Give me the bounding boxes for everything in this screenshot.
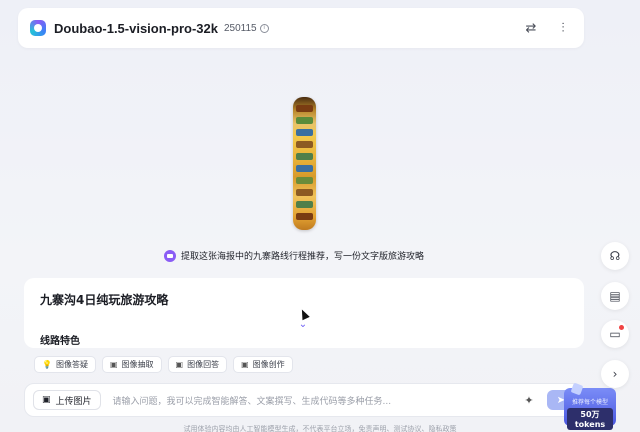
swap-icon[interactable]: ⇄ [522,19,540,37]
book-icon[interactable]: ▤ [601,282,629,310]
image-upload-icon: ▣ [42,395,51,405]
answer-section-heading: 线路特色 [40,336,80,347]
user-message-text: 提取这张海报中的九寨路线行程推荐，写一份文字版旅游攻略 [181,252,425,262]
model-version: 250115 [223,22,257,34]
chevron-right-icon[interactable]: › [601,360,629,388]
promo-line1: 推荐每个模型 [571,399,608,406]
magic-wand-icon[interactable]: ✦ [521,392,537,408]
model-name[interactable]: Doubao-1.5-vision-pro-32k [54,21,218,36]
chip-image-answer[interactable]: ▣ 图像回答 [167,356,228,373]
model-header: Doubao-1.5-vision-pro-32k 250115 i ⇄ ⫶ [18,8,584,48]
create-icon: ▣ [241,360,249,369]
doubao-logo [30,20,46,36]
chip-image-create[interactable]: ▣ 图像创作 [233,356,293,373]
answer-title: 九寨沟4日纯玩旅游攻略 [40,293,169,307]
uploaded-poster-thumbnail[interactable] [293,97,316,230]
chat-input-bar: ▣ 上传图片 请输入问题，我可以完成智能解答、文案撰写、生成代码等多种任务...… [24,383,584,417]
bulb-icon: 💡 [42,360,52,369]
chat-input[interactable]: 请输入问题，我可以完成智能解答、文案撰写、生成代码等多种任务... [113,394,521,407]
quick-actions: 💡 图像答疑 ▣ 图像抽取 ▣ 图像回答 ▣ 图像创作 [34,356,293,373]
feedback-icon[interactable]: ▭ [601,320,629,348]
image-icon: ▣ [175,360,184,369]
promo-decoration [570,382,584,396]
sliders-icon[interactable]: ⫶ [554,19,572,37]
upload-image-button[interactable]: ▣ 上传图片 [33,390,101,410]
headset-icon[interactable]: ☊ [601,242,629,270]
promo-badge[interactable]: 推荐每个模型 50万tokens [564,382,616,430]
notification-dot [619,325,624,330]
chat-bubble-icon [164,249,176,262]
info-icon[interactable]: i [259,23,269,33]
chip-image-extract[interactable]: ▣ 图像抽取 [101,356,162,373]
user-message: 提取这张海报中的九寨路线行程推荐，写一份文字版旅游攻略 [164,249,424,262]
extract-icon: ▣ [109,360,118,369]
chip-image-qa[interactable]: 💡 图像答疑 [34,356,96,373]
disclaimer-footer: 试用体验内容均由人工智能模型生成，不代表平台立场，免责声明、测试协议、隐私政策 [183,425,457,432]
